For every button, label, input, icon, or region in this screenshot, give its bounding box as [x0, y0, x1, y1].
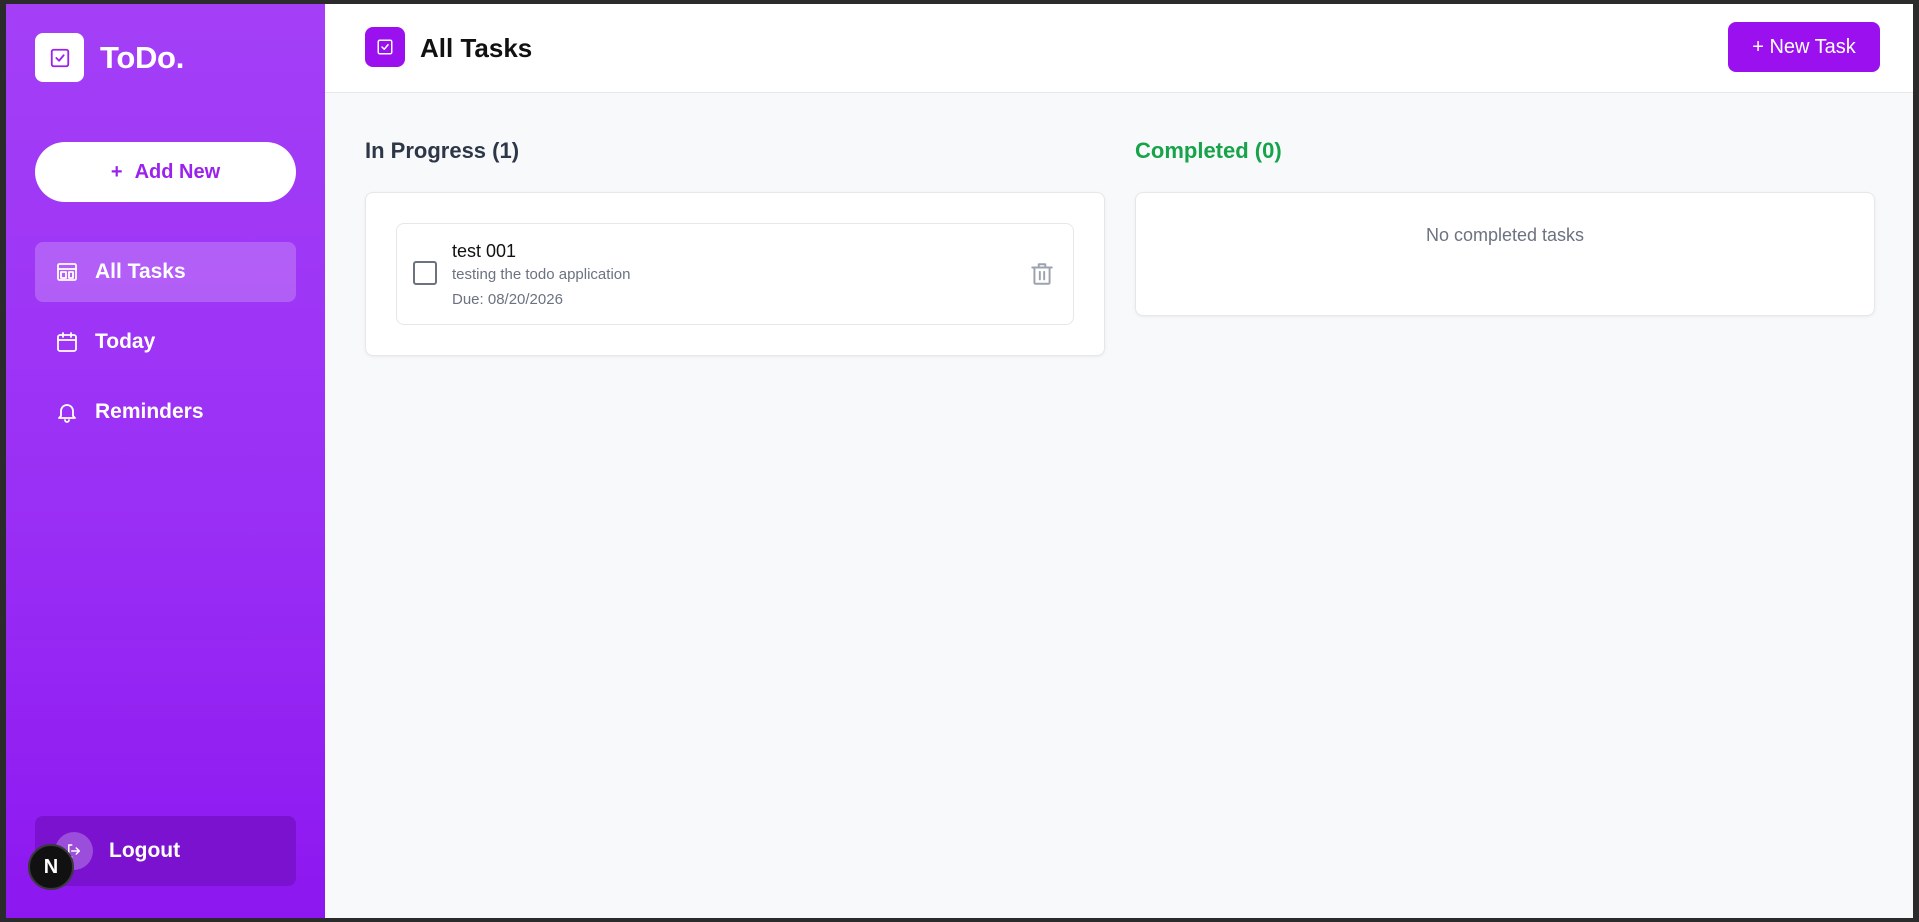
sidebar: ToDo. + Add New All Tasks Today Reminder… — [6, 4, 325, 918]
add-new-button[interactable]: + Add New — [35, 142, 296, 202]
in-progress-title: In Progress (1) — [365, 138, 520, 163]
task-card: test 001 testing the todo application Du… — [396, 223, 1074, 325]
brand-name: ToDo. — [100, 39, 185, 75]
main-content: All Tasks + New Task In Progress (1) tes… — [325, 4, 1913, 918]
brand: ToDo. — [35, 33, 184, 82]
completed-list: No completed tasks — [1135, 192, 1875, 316]
task-description: testing the todo application — [452, 266, 631, 283]
sidebar-nav: All Tasks Today Reminders — [35, 242, 296, 452]
bell-icon — [55, 400, 79, 424]
layout-icon — [55, 260, 79, 284]
in-progress-column: In Progress (1) test 001 testing the tod… — [365, 138, 1105, 356]
sidebar-item-label: Today — [95, 330, 156, 353]
page-title: All Tasks — [420, 33, 533, 63]
brand-logo-icon — [35, 33, 84, 82]
task-checkbox[interactable] — [413, 261, 437, 285]
completed-column: Completed (0) No completed tasks — [1135, 138, 1875, 316]
sidebar-item-today[interactable]: Today — [35, 312, 296, 372]
plus-icon: + — [110, 160, 123, 183]
sidebar-item-reminders[interactable]: Reminders — [35, 382, 296, 442]
checkbox-icon — [365, 27, 405, 67]
logout-button[interactable]: Logout — [35, 816, 296, 886]
sidebar-item-label: All Tasks — [95, 260, 186, 283]
sidebar-item-label: Reminders — [95, 400, 204, 423]
dev-badge-letter: N — [43, 855, 59, 878]
app-window: ToDo. + Add New All Tasks Today Reminder… — [6, 4, 1913, 918]
new-task-button[interactable]: + New Task — [1728, 22, 1880, 72]
page-header: All Tasks + New Task — [325, 4, 1913, 93]
sidebar-item-all-tasks[interactable]: All Tasks — [35, 242, 296, 302]
completed-title: Completed (0) — [1135, 138, 1282, 163]
add-new-label: Add New — [134, 160, 221, 183]
calendar-icon — [55, 330, 79, 354]
dev-tools-badge[interactable]: N — [28, 844, 74, 890]
task-due-date: Due: 08/20/2026 — [452, 291, 563, 308]
logout-label: Logout — [109, 839, 181, 862]
task-title: test 001 — [452, 241, 517, 261]
empty-state-text: No completed tasks — [1425, 225, 1585, 245]
in-progress-list: test 001 testing the todo application Du… — [365, 192, 1105, 356]
trash-icon[interactable] — [1027, 259, 1057, 289]
